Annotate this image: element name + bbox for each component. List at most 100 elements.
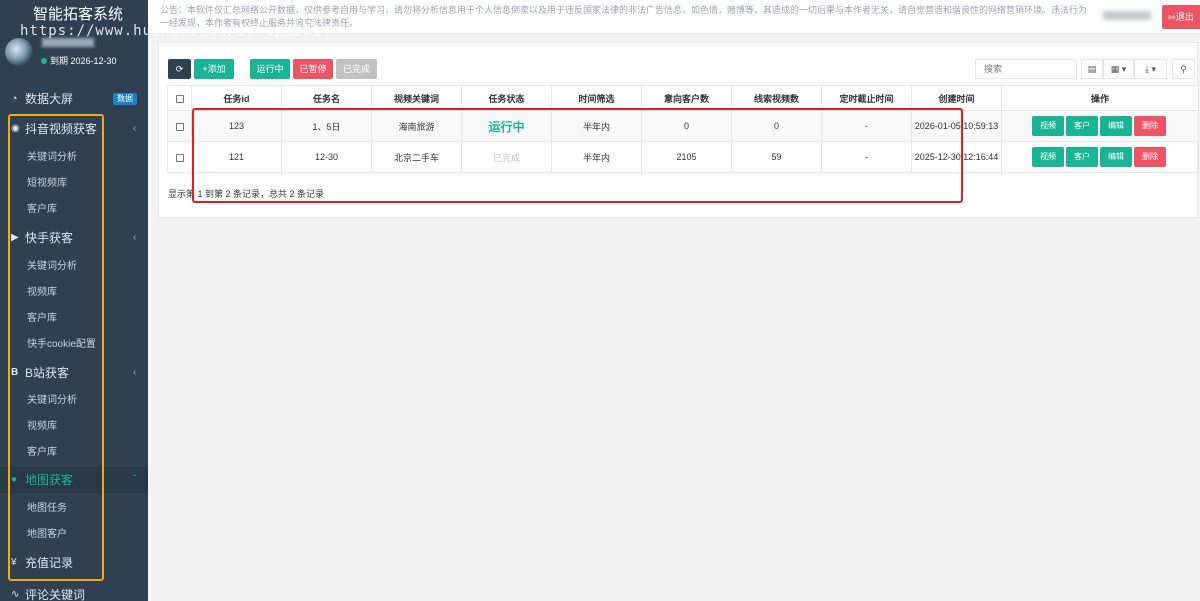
pagination-summary: 显示第 1 到第 2 条记录，总共 2 条记录: [168, 189, 325, 199]
edit-button[interactable]: 编辑: [1100, 147, 1132, 167]
table-row: 123 1、5日 海南旅游 运行中 半年内 0 0 - 2026-01-05 1…: [167, 110, 1199, 142]
refresh-button[interactable]: ⟳: [168, 59, 191, 79]
grid-icon: ▦: [1110, 64, 1120, 74]
sidebar-item-bilibili-videos[interactable]: 视频库: [27, 414, 57, 440]
sidebar-item-dashboard[interactable]: ◔ 数据大屏 数据: [0, 88, 148, 110]
row-select-cell: [167, 110, 192, 142]
cell-keyword: 北京二手车: [371, 141, 462, 173]
cell-videos: 59: [731, 141, 822, 173]
column-header: 操作: [1001, 85, 1199, 111]
map-marker-icon: ●: [11, 474, 18, 485]
blurred-user-info: [1103, 11, 1151, 20]
select-all-checkbox[interactable]: [175, 94, 184, 103]
sidebar-item-recharge[interactable]: ¥ 充值记录: [0, 550, 148, 576]
chevron-down-icon: ˇ: [133, 474, 137, 485]
task-table: 任务id 任务名 视频关键词 任务状态 时间筛选 意向客户数 线索视频数 定时截…: [167, 85, 1199, 173]
caret-down-icon: ▾: [1121, 64, 1127, 74]
cell-actions: 视频 客户 编辑 删除: [1001, 110, 1199, 142]
b-letter-icon: B: [11, 367, 19, 378]
cell-created: 2026-01-05 10:59:13: [911, 110, 1002, 142]
cell-videos: 0: [731, 110, 822, 142]
dashboard-badge: 数据: [113, 93, 137, 105]
cell-leads: 2105: [641, 141, 732, 173]
row-checkbox[interactable]: [175, 122, 184, 131]
video-button[interactable]: 视频: [1032, 116, 1064, 136]
column-header[interactable]: 任务id: [191, 85, 282, 111]
logout-icon: ⇰: [1168, 12, 1176, 22]
cell-deadline: -: [821, 110, 912, 142]
table-header-row: 任务id 任务名 视频关键词 任务状态 时间筛选 意向客户数 线索视频数 定时截…: [167, 85, 1199, 111]
task-panel: ⟳ +添加 运行中 已暂停 已完成 ▤ ▦ ▾ ⤓ ▾ ⚲ 任务id 任务名 视…: [158, 42, 1199, 218]
refresh-icon: ⟳: [175, 64, 184, 74]
column-header[interactable]: 线索视频数: [731, 85, 822, 111]
column-header[interactable]: 任务名: [281, 85, 372, 111]
sidebar-item-douyin-keyword[interactable]: 关键词分析: [27, 145, 77, 171]
column-header[interactable]: 意向客户数: [641, 85, 732, 111]
status-badge: 运行中: [488, 119, 525, 134]
cell-time-filter: 半年内: [551, 141, 642, 173]
top-bar: 公告：本软件仅汇总网络公开数据，仅供参考自用与学习，请勿将分析信息用于个人信息倒…: [148, 0, 1200, 34]
cell-leads: 0: [641, 110, 732, 142]
search-icon: ⚲: [1180, 64, 1187, 74]
sidebar-group-kuaishou[interactable]: ▶ 快手获客 ‹: [0, 225, 148, 251]
search-input[interactable]: [975, 59, 1077, 79]
cell-deadline: -: [821, 141, 912, 173]
filter-running-button[interactable]: 运行中: [250, 59, 290, 79]
list-icon: ▤: [1087, 64, 1097, 74]
blurred-username: [42, 38, 94, 47]
sidebar-group-map[interactable]: ● 地图获客 ˇ: [0, 467, 148, 493]
caret-down-icon: ▾: [1151, 64, 1157, 74]
customer-button[interactable]: 客户: [1066, 147, 1098, 167]
cell-task-name: 1、5日: [281, 110, 372, 142]
table-row: 121 12-30 北京二手车 已完成 半年内 2105 59 - 2025-1…: [167, 141, 1199, 173]
customer-button[interactable]: 客户: [1066, 116, 1098, 136]
row-select-cell: [167, 141, 192, 173]
cell-status: 运行中: [461, 110, 552, 142]
avatar[interactable]: [5, 38, 33, 66]
cell-task-id: 123: [191, 110, 282, 142]
filter-done-button[interactable]: 已完成: [336, 59, 377, 79]
row-checkbox[interactable]: [175, 153, 184, 162]
sidebar-group-bilibili[interactable]: B B站获客 ‹: [0, 360, 148, 386]
sidebar-item-kuaishou-cookie[interactable]: 快手cookie配置: [27, 332, 96, 358]
export-button[interactable]: ⤓ ▾: [1134, 59, 1167, 79]
notice-text: 公告：本软件仅汇总网络公开数据，仅供参考自用与学习，请勿将分析信息用于个人信息倒…: [160, 5, 1088, 28]
column-header[interactable]: 创建时间: [911, 85, 1002, 111]
sidebar-item-map-tasks[interactable]: 地图任务: [27, 496, 67, 522]
filter-paused-button[interactable]: 已暂停: [293, 59, 333, 79]
search-button[interactable]: ⚲: [1172, 59, 1195, 79]
cell-keyword: 海南旅游: [371, 110, 462, 142]
eye-icon: ◉: [11, 123, 20, 134]
sidebar-item-kuaishou-keyword[interactable]: 关键词分析: [27, 254, 77, 280]
delete-button[interactable]: 删除: [1134, 147, 1166, 167]
column-header[interactable]: 视频关键词: [371, 85, 462, 111]
sidebar-group-douyin[interactable]: ◉ 抖音视频获客 ‹: [0, 116, 148, 142]
sidebar-item-douyin-customers[interactable]: 客户库: [27, 197, 57, 223]
dashboard-icon: ◔: [11, 93, 18, 105]
cell-created: 2025-12-30 12:16:44: [911, 141, 1002, 173]
sidebar-item-kuaishou-customers[interactable]: 客户库: [27, 306, 57, 332]
video-button[interactable]: 视频: [1032, 147, 1064, 167]
sidebar-item-bilibili-keyword[interactable]: 关键词分析: [27, 388, 77, 414]
rss-icon: ∿: [11, 589, 20, 600]
sidebar-item-douyin-videos[interactable]: 短视频库: [27, 171, 67, 197]
sidebar-item-kuaishou-videos[interactable]: 视频库: [27, 280, 57, 306]
columns-button[interactable]: ▦ ▾: [1103, 59, 1134, 79]
logout-button[interactable]: ⇰退出: [1162, 5, 1200, 29]
cell-status: 已完成: [461, 141, 552, 173]
select-all-cell: [167, 85, 192, 111]
sidebar-item-bilibili-customers[interactable]: 客户库: [27, 440, 57, 466]
online-dot-icon: [41, 58, 47, 64]
add-button[interactable]: +添加: [194, 59, 234, 79]
delete-button[interactable]: 删除: [1134, 116, 1166, 136]
edit-button[interactable]: 编辑: [1100, 116, 1132, 136]
column-header[interactable]: 时间筛选: [551, 85, 642, 111]
toggle-view-button[interactable]: ▤: [1081, 59, 1103, 79]
cell-actions: 视频 客户 编辑 删除: [1001, 141, 1199, 173]
sidebar-item-comment-keywords[interactable]: ∿ 评论关键词: [0, 585, 148, 601]
sidebar-item-map-customers[interactable]: 地图客户: [27, 522, 67, 548]
column-header[interactable]: 任务状态: [461, 85, 552, 111]
column-header[interactable]: 定时截止时间: [821, 85, 912, 111]
chevron-left-icon: ‹: [133, 232, 137, 243]
chevron-left-icon: ‹: [133, 123, 137, 134]
